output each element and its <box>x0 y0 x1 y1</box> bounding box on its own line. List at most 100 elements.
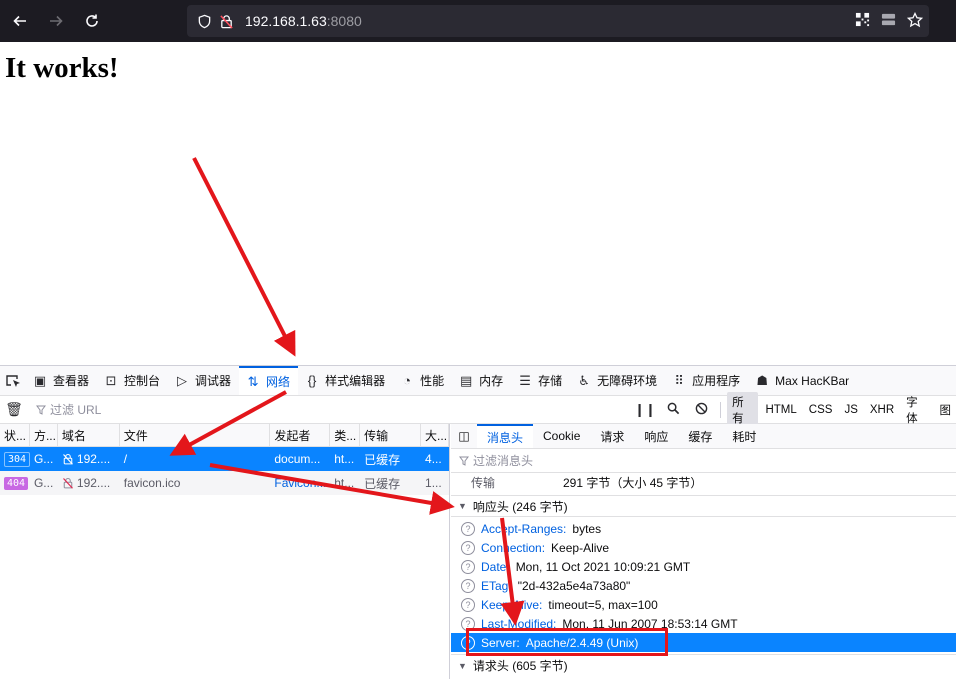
tab-max-hackbar[interactable]: ☗ Max HacKBar <box>748 366 857 395</box>
help-icon[interactable]: ? <box>461 578 475 593</box>
header-name: Date: <box>481 559 510 574</box>
bookmark-star-icon[interactable] <box>906 11 924 31</box>
initiator-cell[interactable]: Favicon... <box>270 471 330 495</box>
response-headers-section[interactable]: ▼ 响应头 (246 字节) <box>451 495 956 517</box>
help-icon[interactable]: ? <box>461 540 475 555</box>
pause-icon[interactable]: ❙❙ <box>632 402 658 418</box>
type-filter-all[interactable]: 所有 <box>727 392 759 428</box>
element-picker-button[interactable] <box>0 366 26 395</box>
tab-console[interactable]: ⊡ 控制台 <box>97 366 168 395</box>
insecure-lock-icon[interactable] <box>215 5 237 37</box>
headers-filter-input[interactable]: 过滤消息头 <box>451 449 956 473</box>
request-row[interactable]: 404 G... 192.... favicon.ico Favicon... … <box>0 471 449 495</box>
tab-label: 存储 <box>538 374 563 388</box>
filter-funnel-icon <box>459 456 469 466</box>
headers-filter-placeholder: 过滤消息头 <box>473 454 534 468</box>
tab-label: 性能 <box>420 374 445 388</box>
column-initiator[interactable]: 发起者 <box>270 424 331 446</box>
tab-request[interactable]: 请求 <box>590 424 634 448</box>
tab-debugger[interactable]: ▷ 调试器 <box>168 366 239 395</box>
request-row[interactable]: 304 G... 192.... / docum... ht... 已缓存 4.… <box>0 447 449 471</box>
reload-button[interactable] <box>74 0 110 42</box>
column-method[interactable]: 方... <box>30 424 58 446</box>
tab-timings[interactable]: 耗时 <box>722 424 766 448</box>
tab-cache[interactable]: 缓存 <box>678 424 722 448</box>
url-text[interactable]: 192.168.1.63:8080 <box>237 13 362 29</box>
header-row[interactable]: ? Date: Mon, 11 Oct 2021 10:09:21 GMT <box>451 557 956 576</box>
type-filter-images[interactable]: 图 <box>935 400 956 420</box>
request-headers-section[interactable]: ▼ 请求头 (605 字节) <box>451 654 956 676</box>
qr-code-icon[interactable] <box>855 12 870 30</box>
tab-label: 查看器 <box>53 374 90 388</box>
type-filter-js[interactable]: JS <box>839 402 862 418</box>
tab-style-editor[interactable]: {} 样式编辑器 <box>298 366 393 395</box>
type-filter-css[interactable]: CSS <box>804 402 838 418</box>
tab-storage[interactable]: ☰ 存储 <box>511 366 570 395</box>
header-row[interactable]: ? ETag: "2d-432a5e4a73a80" <box>451 576 956 595</box>
method-cell: G... <box>33 476 54 490</box>
response-section-title: 响应头 (246 字节) <box>472 499 568 514</box>
column-domain[interactable]: 域名 <box>58 424 120 446</box>
tab-performance[interactable]: ◔ 性能 <box>393 366 452 395</box>
element-picker-icon <box>6 374 20 387</box>
expand-triangle-icon: ▼ <box>458 501 467 511</box>
style-editor-icon: {} <box>307 373 317 388</box>
help-icon[interactable]: ? <box>461 521 475 536</box>
transferred-cell: 已缓存 <box>364 452 401 467</box>
help-icon[interactable]: ? <box>461 559 475 574</box>
domain-cell: 192.... <box>58 447 120 471</box>
header-value: Mon, 11 Oct 2021 10:09:21 GMT <box>515 559 691 574</box>
header-row[interactable]: ? Accept-Ranges: bytes <box>451 519 956 538</box>
storage-icon: ☰ <box>519 372 531 388</box>
tab-accessibility[interactable]: ♿ 无障碍环境 <box>570 366 665 395</box>
forward-button[interactable] <box>38 0 74 42</box>
header-value: Keep-Alive <box>551 540 610 555</box>
url-bar[interactable]: 192.168.1.63:8080 <box>187 5 929 37</box>
file-cell: favicon.ico <box>123 476 181 490</box>
tab-cookies[interactable]: Cookie <box>533 424 590 448</box>
type-filter-xhr[interactable]: XHR <box>865 402 899 418</box>
tab-headers[interactable]: 消息头 <box>477 424 534 448</box>
url-filter-input[interactable]: 过滤 URL <box>36 401 626 418</box>
annotation-highlight-box <box>466 628 668 656</box>
tab-inspector[interactable]: ▣ 查看器 <box>26 366 97 395</box>
tab-application[interactable]: ⠿ 应用程序 <box>665 366 748 395</box>
debugger-icon: ▷ <box>177 372 188 388</box>
domain-text: 192.... <box>76 452 111 466</box>
header-name: Accept-Ranges: <box>481 521 567 536</box>
arrow-left-icon <box>13 15 26 27</box>
network-filterbar: 🗑 过滤 URL ❙❙ 所有 HTML CSS JS XHR 字体 图 <box>0 392 956 428</box>
header-name: Connection: <box>481 540 546 555</box>
tab-label: 应用程序 <box>692 374 741 388</box>
tab-memory[interactable]: ▤ 内存 <box>452 366 511 395</box>
toggle-sidebar-button[interactable]: ◫ <box>451 424 477 448</box>
separator <box>720 402 722 418</box>
column-size[interactable]: 大... <box>421 424 449 446</box>
status-cell: 304 <box>0 447 30 471</box>
type-filter-html[interactable]: HTML <box>760 402 801 418</box>
column-file[interactable]: 文件 <box>120 424 271 446</box>
header-row[interactable]: ? Connection: Keep-Alive <box>451 538 956 557</box>
tab-label: 调试器 <box>195 374 232 388</box>
shield-icon[interactable] <box>193 5 215 37</box>
server-icon[interactable] <box>880 12 897 30</box>
status-badge: 404 <box>4 476 29 490</box>
block-icon[interactable] <box>688 402 714 418</box>
header-name: ETag: <box>481 578 512 593</box>
column-status[interactable]: 状... <box>0 424 30 446</box>
search-icon[interactable] <box>660 402 686 418</box>
status-badge: 304 <box>4 451 30 467</box>
tab-network[interactable]: ⇅ 网络 <box>239 366 299 395</box>
back-button[interactable] <box>2 0 38 42</box>
column-transferred[interactable]: 传输 <box>360 424 422 446</box>
url-host: 192.168.1.63 <box>245 13 327 29</box>
column-type[interactable]: 类... <box>330 424 361 446</box>
memory-icon: ▤ <box>459 372 473 388</box>
header-row[interactable]: ? Keep-Alive: timeout=5, max=100 <box>451 595 956 614</box>
details-tabbar: ◫ 消息头 Cookie 请求 响应 缓存 耗时 <box>451 424 956 449</box>
clear-trash-icon[interactable]: 🗑 <box>0 401 28 418</box>
tab-response[interactable]: 响应 <box>634 424 678 448</box>
tab-label: 网络 <box>266 375 291 389</box>
help-icon[interactable]: ? <box>461 597 475 612</box>
type-filter-fonts[interactable]: 字体 <box>901 392 932 428</box>
